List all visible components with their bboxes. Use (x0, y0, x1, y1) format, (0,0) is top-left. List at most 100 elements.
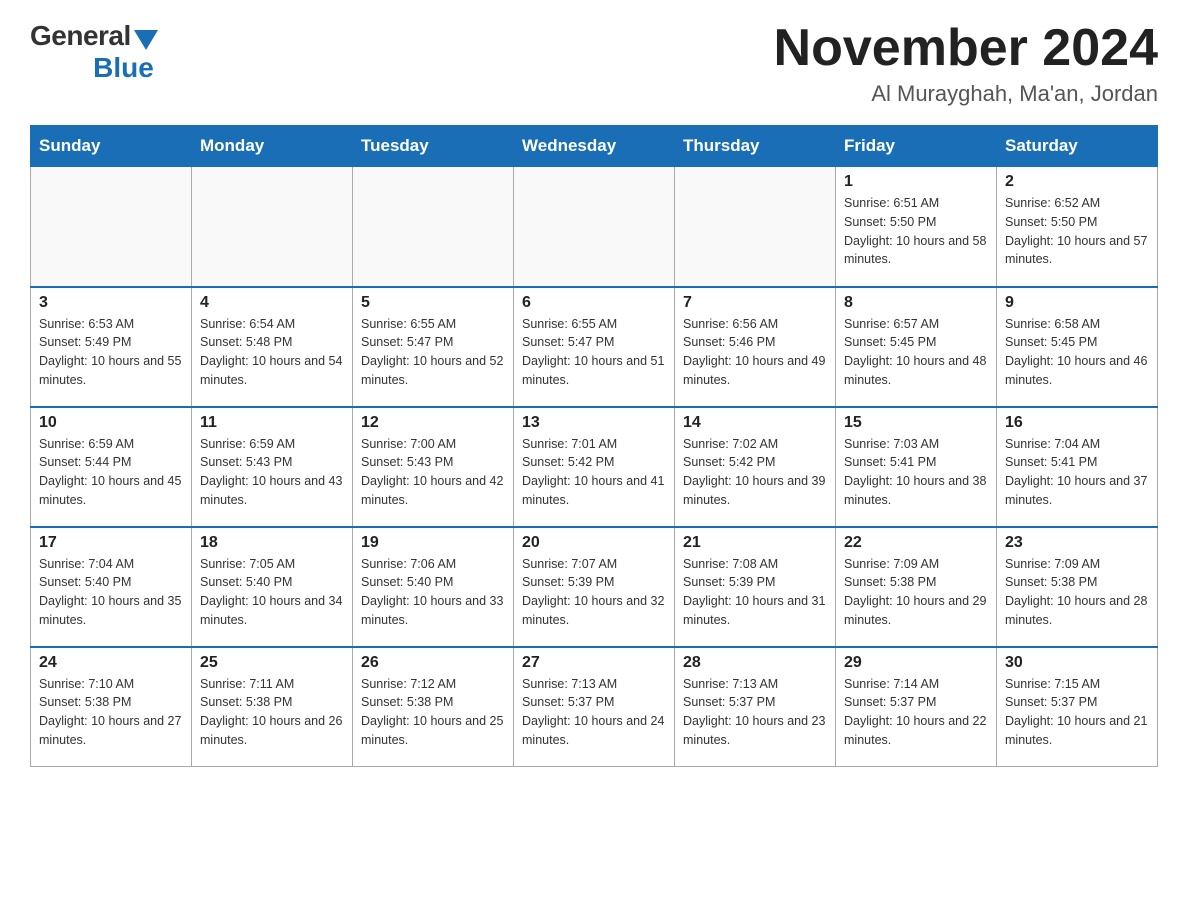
calendar-week-row: 10 Sunrise: 6:59 AMSunset: 5:44 PMDayligh… (31, 407, 1158, 527)
calendar-cell: 5Sunrise: 6:55 AMSunset: 5:47 PMDaylight… (353, 287, 514, 407)
logo-triangle-icon (134, 30, 158, 50)
location-subtitle: Al Murayghah, Ma'an, Jordan (774, 81, 1158, 107)
day-info: Sunrise: 6:53 AMSunset: 5:49 PMDaylight:… (39, 315, 183, 390)
calendar-cell: 1Sunrise: 6:51 AMSunset: 5:50 PMDaylight… (836, 167, 997, 287)
day-number: 14 (683, 414, 827, 432)
calendar-weekday-thursday: Thursday (675, 126, 836, 167)
calendar-cell: 24 Sunrise: 7:10 AMSunset: 5:38 PMDayligh… (31, 647, 192, 767)
day-info: Sunrise: 6:57 AMSunset: 5:45 PMDaylight:… (844, 315, 988, 390)
calendar-weekday-saturday: Saturday (997, 126, 1158, 167)
calendar-cell: 3 Sunrise: 6:53 AMSunset: 5:49 PMDaylight… (31, 287, 192, 407)
calendar-cell: 15 Sunrise: 7:03 AMSunset: 5:41 PMDayligh… (836, 407, 997, 527)
day-info: Sunrise: 7:12 AMSunset: 5:38 PMDaylight:… (361, 675, 505, 750)
day-info: Sunrise: 7:04 AMSunset: 5:41 PMDaylight:… (1005, 435, 1149, 510)
day-info: Sunrise: 7:02 AMSunset: 5:42 PMDaylight:… (683, 435, 827, 510)
day-info: Sunrise: 7:13 AMSunset: 5:37 PMDaylight:… (683, 675, 827, 750)
day-number: 9 (1005, 294, 1149, 312)
calendar-cell: 25 Sunrise: 7:11 AMSunset: 5:38 PMDayligh… (192, 647, 353, 767)
calendar-cell: 17Sunrise: 7:04 AMSunset: 5:40 PMDayligh… (31, 527, 192, 647)
day-number: 17 (39, 534, 183, 552)
calendar-weekday-monday: Monday (192, 126, 353, 167)
calendar-cell: 28 Sunrise: 7:13 AMSunset: 5:37 PMDayligh… (675, 647, 836, 767)
calendar-cell: 18 Sunrise: 7:05 AMSunset: 5:40 PMDayligh… (192, 527, 353, 647)
calendar-cell: 11Sunrise: 6:59 AMSunset: 5:43 PMDayligh… (192, 407, 353, 527)
calendar-cell (31, 167, 192, 287)
calendar-cell (675, 167, 836, 287)
day-info: Sunrise: 7:06 AMSunset: 5:40 PMDaylight:… (361, 555, 505, 630)
calendar-header-row: SundayMondayTuesdayWednesdayThursdayFrid… (31, 126, 1158, 167)
day-number: 26 (361, 654, 505, 672)
page-header: General Blue November 2024 Al Murayghah,… (30, 20, 1158, 107)
day-number: 12 (361, 414, 505, 432)
day-info: Sunrise: 7:05 AMSunset: 5:40 PMDaylight:… (200, 555, 344, 630)
day-number: 28 (683, 654, 827, 672)
calendar-cell: 7Sunrise: 6:56 AMSunset: 5:46 PMDaylight… (675, 287, 836, 407)
day-number: 30 (1005, 654, 1149, 672)
day-number: 5 (361, 294, 505, 312)
title-block: November 2024 Al Murayghah, Ma'an, Jorda… (774, 20, 1158, 107)
calendar-cell (353, 167, 514, 287)
calendar-cell: 19 Sunrise: 7:06 AMSunset: 5:40 PMDayligh… (353, 527, 514, 647)
day-info: Sunrise: 7:13 AMSunset: 5:37 PMDaylight:… (522, 675, 666, 750)
day-info: Sunrise: 6:59 AMSunset: 5:44 PMDaylight:… (39, 435, 183, 510)
calendar-cell: 26 Sunrise: 7:12 AMSunset: 5:38 PMDayligh… (353, 647, 514, 767)
calendar-cell: 10 Sunrise: 6:59 AMSunset: 5:44 PMDayligh… (31, 407, 192, 527)
calendar-cell: 6Sunrise: 6:55 AMSunset: 5:47 PMDaylight… (514, 287, 675, 407)
day-number: 23 (1005, 534, 1149, 552)
calendar-cell: 27Sunrise: 7:13 AMSunset: 5:37 PMDayligh… (514, 647, 675, 767)
calendar-weekday-wednesday: Wednesday (514, 126, 675, 167)
day-number: 2 (1005, 173, 1149, 191)
calendar-cell: 21Sunrise: 7:08 AMSunset: 5:39 PMDayligh… (675, 527, 836, 647)
day-info: Sunrise: 7:10 AMSunset: 5:38 PMDaylight:… (39, 675, 183, 750)
day-number: 16 (1005, 414, 1149, 432)
day-number: 13 (522, 414, 666, 432)
calendar-week-row: 24 Sunrise: 7:10 AMSunset: 5:38 PMDayligh… (31, 647, 1158, 767)
day-info: Sunrise: 7:15 AMSunset: 5:37 PMDaylight:… (1005, 675, 1149, 750)
day-info: Sunrise: 6:52 AMSunset: 5:50 PMDaylight:… (1005, 194, 1149, 269)
calendar-cell: 14 Sunrise: 7:02 AMSunset: 5:42 PMDayligh… (675, 407, 836, 527)
month-title: November 2024 (774, 20, 1158, 77)
calendar-cell: 9 Sunrise: 6:58 AMSunset: 5:45 PMDaylight… (997, 287, 1158, 407)
day-number: 3 (39, 294, 183, 312)
calendar-week-row: 3 Sunrise: 6:53 AMSunset: 5:49 PMDaylight… (31, 287, 1158, 407)
day-info: Sunrise: 6:56 AMSunset: 5:46 PMDaylight:… (683, 315, 827, 390)
day-info: Sunrise: 6:58 AMSunset: 5:45 PMDaylight:… (1005, 315, 1149, 390)
calendar-cell: 2 Sunrise: 6:52 AMSunset: 5:50 PMDaylight… (997, 167, 1158, 287)
day-number: 24 (39, 654, 183, 672)
calendar-cell (192, 167, 353, 287)
day-number: 11 (200, 414, 344, 432)
calendar-cell: 29 Sunrise: 7:14 AMSunset: 5:37 PMDayligh… (836, 647, 997, 767)
day-info: Sunrise: 6:55 AMSunset: 5:47 PMDaylight:… (522, 315, 666, 390)
day-info: Sunrise: 7:03 AMSunset: 5:41 PMDaylight:… (844, 435, 988, 510)
day-info: Sunrise: 6:51 AMSunset: 5:50 PMDaylight:… (844, 194, 988, 269)
day-number: 21 (683, 534, 827, 552)
day-info: Sunrise: 7:01 AMSunset: 5:42 PMDaylight:… (522, 435, 666, 510)
day-number: 20 (522, 534, 666, 552)
day-number: 15 (844, 414, 988, 432)
day-info: Sunrise: 7:09 AMSunset: 5:38 PMDaylight:… (1005, 555, 1149, 630)
day-info: Sunrise: 6:54 AMSunset: 5:48 PMDaylight:… (200, 315, 344, 390)
day-number: 10 (39, 414, 183, 432)
logo-blue-text: Blue (93, 52, 154, 84)
calendar-cell: 22Sunrise: 7:09 AMSunset: 5:38 PMDayligh… (836, 527, 997, 647)
calendar-cell: 12Sunrise: 7:00 AMSunset: 5:43 PMDayligh… (353, 407, 514, 527)
calendar-weekday-friday: Friday (836, 126, 997, 167)
calendar-cell: 23 Sunrise: 7:09 AMSunset: 5:38 PMDayligh… (997, 527, 1158, 647)
day-info: Sunrise: 7:11 AMSunset: 5:38 PMDaylight:… (200, 675, 344, 750)
day-info: Sunrise: 7:07 AMSunset: 5:39 PMDaylight:… (522, 555, 666, 630)
day-number: 29 (844, 654, 988, 672)
calendar-cell: 8 Sunrise: 6:57 AMSunset: 5:45 PMDaylight… (836, 287, 997, 407)
calendar-weekday-tuesday: Tuesday (353, 126, 514, 167)
day-number: 4 (200, 294, 344, 312)
day-number: 18 (200, 534, 344, 552)
calendar-cell: 20 Sunrise: 7:07 AMSunset: 5:39 PMDayligh… (514, 527, 675, 647)
day-number: 25 (200, 654, 344, 672)
day-number: 19 (361, 534, 505, 552)
day-info: Sunrise: 7:14 AMSunset: 5:37 PMDaylight:… (844, 675, 988, 750)
calendar-week-row: 1Sunrise: 6:51 AMSunset: 5:50 PMDaylight… (31, 167, 1158, 287)
calendar-cell: 4 Sunrise: 6:54 AMSunset: 5:48 PMDaylight… (192, 287, 353, 407)
calendar-cell: 13 Sunrise: 7:01 AMSunset: 5:42 PMDayligh… (514, 407, 675, 527)
day-number: 8 (844, 294, 988, 312)
calendar-weekday-sunday: Sunday (31, 126, 192, 167)
day-info: Sunrise: 7:09 AMSunset: 5:38 PMDaylight:… (844, 555, 988, 630)
